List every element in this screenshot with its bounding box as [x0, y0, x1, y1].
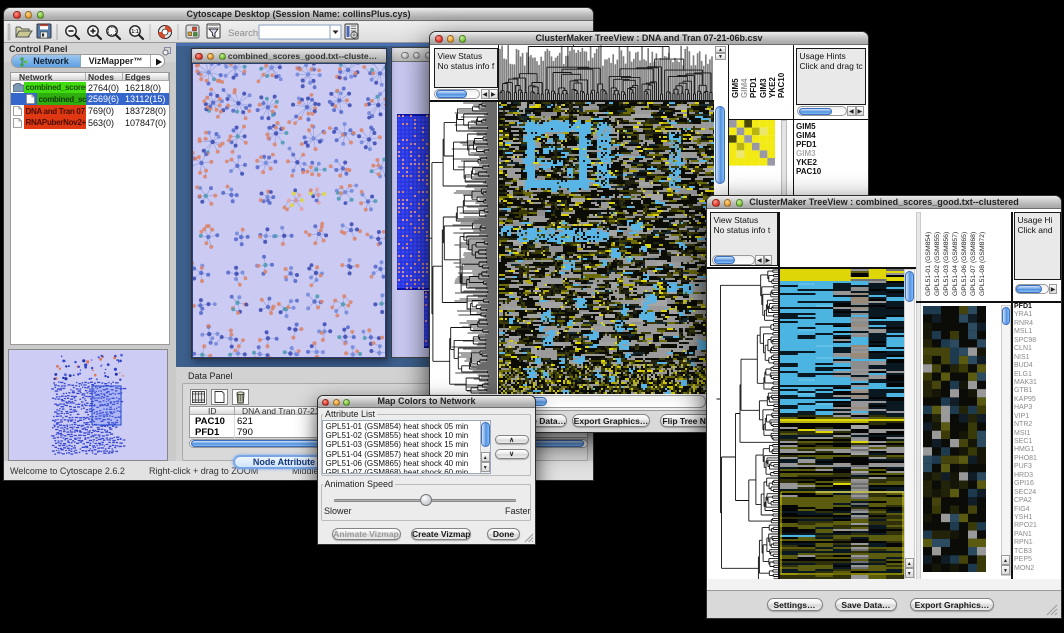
svg-text:1:1: 1:1: [131, 29, 138, 35]
svg-text:Search:: Search:: [228, 28, 261, 39]
